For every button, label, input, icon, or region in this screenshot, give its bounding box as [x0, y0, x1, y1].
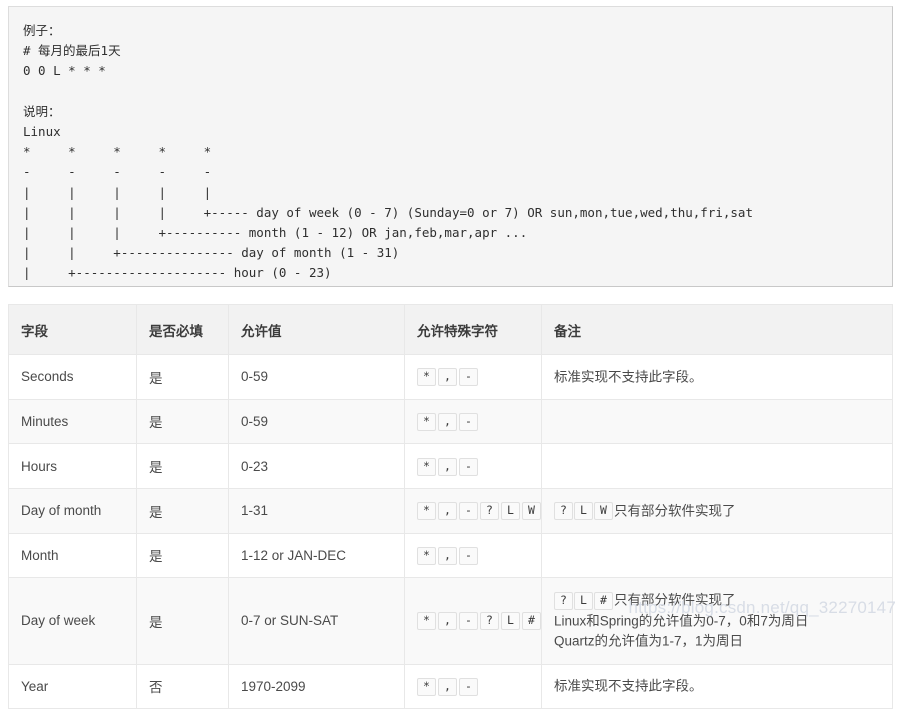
special-char-key: , [438, 547, 457, 565]
cell-notes [541, 532, 893, 579]
special-char-key: , [438, 368, 457, 387]
special-char-key: W [522, 502, 541, 521]
special-char-key: L [501, 502, 520, 521]
cell-special-chars: *, - [404, 663, 542, 709]
cell-field: Seconds [8, 354, 137, 400]
table-row: Hours 是 0-23 *, - [8, 443, 893, 489]
table-row: Day of month 是 1-31 *, -? L W? L W 只有部分软件实现了 [8, 487, 893, 534]
special-char-key: - [459, 413, 478, 432]
column-header-notes: 备注 [541, 304, 893, 355]
table-row: Month 是 1-12 or JAN-DEC *, - [8, 532, 893, 579]
cell-special-chars: *, - [404, 354, 542, 400]
special-char-key: , [438, 677, 457, 696]
column-header-field: 字段 [8, 304, 137, 355]
special-char-key: - [459, 457, 478, 476]
cell-allowed-values: 1-31 [228, 487, 405, 534]
special-char-key: * [417, 502, 436, 521]
column-header-allowed-values: 允许值 [228, 304, 405, 355]
special-char-key-group: *, - [417, 457, 480, 476]
cell-field: Month [8, 532, 137, 579]
cell-notes: ? L W 只有部分软件实现了 [541, 487, 893, 534]
cell-allowed-values: 0-23 [228, 443, 405, 489]
note-text: 只有部分软件实现了 [614, 502, 736, 518]
cell-required: 是 [136, 532, 229, 579]
special-char-key: - [459, 677, 478, 696]
table-row: Minutes 是 0-59 *, - [8, 398, 893, 445]
note-line: ? L # 只有部分软件实现了 [554, 590, 880, 610]
cell-required: 否 [136, 663, 229, 709]
table-body: Seconds 是 0-59 *, - 标准实现不支持此字段。 Minutes 是 0-59 *,… [8, 354, 893, 709]
cell-field: Hours [8, 443, 137, 489]
cell-required: 是 [136, 487, 229, 534]
cron-fields-table: 字段 是否必填 允许值 允许特殊字符 备注 Seconds 是 0-59 *, - 标准实… [8, 304, 893, 709]
special-char-key-group: *, -? L W [417, 502, 543, 521]
special-char-key: * [417, 413, 436, 432]
note-key: # [594, 591, 613, 610]
cell-required: 是 [136, 398, 229, 445]
note-text: Quartz的允许值为1-7，1为周日 [554, 633, 744, 649]
note-text: 标准实现不支持此字段。 [554, 369, 703, 385]
cell-field: Day of month [8, 487, 137, 534]
special-char-key-group: *, - [417, 413, 480, 432]
note-key: ? [554, 591, 573, 610]
special-char-key: - [459, 502, 478, 521]
special-char-key: ? [480, 612, 499, 631]
cell-allowed-values: 1-12 or JAN-DEC [228, 532, 405, 579]
cell-notes [541, 398, 893, 445]
cell-required: 是 [136, 443, 229, 489]
cell-field: Year [8, 663, 137, 709]
table-header-row: 字段 是否必填 允许值 允许特殊字符 备注 [8, 304, 893, 355]
special-char-key: * [417, 457, 436, 476]
cell-allowed-values: 0-59 [228, 398, 405, 445]
cell-required: 是 [136, 354, 229, 400]
cell-special-chars: *, - [404, 398, 542, 445]
cell-special-chars: *, - [404, 443, 542, 489]
note-key: ? [554, 501, 573, 520]
note-text: 只有部分软件实现了 [614, 592, 736, 608]
note-line: ? L W 只有部分软件实现了 [554, 501, 880, 521]
special-char-key: , [438, 502, 457, 521]
special-char-key: , [438, 612, 457, 631]
cell-allowed-values: 1970-2099 [228, 663, 405, 709]
special-char-key: L [501, 612, 520, 631]
note-line: 标准实现不支持此字段。 [554, 676, 880, 696]
column-header-special-chars: 允许特殊字符 [404, 304, 542, 355]
cell-notes [541, 443, 893, 489]
column-header-required: 是否必填 [136, 304, 229, 355]
special-char-key: * [417, 612, 436, 631]
note-key: W [594, 501, 613, 520]
cell-notes: 标准实现不支持此字段。 [541, 354, 893, 400]
table-header: 字段 是否必填 允许值 允许特殊字符 备注 [8, 304, 893, 355]
special-char-key-group: *, - [417, 677, 480, 696]
special-char-key: , [438, 413, 457, 432]
special-char-key: * [417, 368, 436, 387]
cron-example-code-text: 例子： # 每月的最后1天 0 0 L * * * 说明： Linux * * … [23, 23, 753, 286]
special-char-key: - [459, 547, 478, 565]
special-char-key: - [459, 368, 478, 387]
note-line: 标准实现不支持此字段。 [554, 367, 880, 387]
note-key: L [574, 591, 593, 610]
special-char-key-group: *, - [417, 547, 480, 565]
special-char-key: * [417, 547, 436, 565]
cell-notes: 标准实现不支持此字段。 [541, 663, 893, 709]
special-char-key: - [459, 612, 478, 631]
cell-special-chars: *, -? L W [404, 487, 543, 534]
cron-example-code-block: 例子： # 每月的最后1天 0 0 L * * * 说明： Linux * * … [8, 6, 893, 287]
note-line: Quartz的允许值为1-7，1为周日 [554, 631, 880, 651]
note-text: 标准实现不支持此字段。 [554, 678, 703, 694]
special-char-key-group: *, - [417, 368, 480, 387]
table-row: Year 否 1970-2099 *, - 标准实现不支持此字段。 [8, 663, 893, 709]
cell-special-chars: *, - [404, 532, 542, 579]
note-key: L [574, 501, 593, 520]
cell-allowed-values: 0-59 [228, 354, 405, 400]
special-char-key: , [438, 457, 457, 476]
special-char-key: ? [480, 502, 499, 521]
special-char-key: # [522, 612, 541, 631]
table-row: Seconds 是 0-59 *, - 标准实现不支持此字段。 [8, 354, 893, 400]
cell-field: Minutes [8, 398, 137, 445]
special-char-key: * [417, 677, 436, 696]
